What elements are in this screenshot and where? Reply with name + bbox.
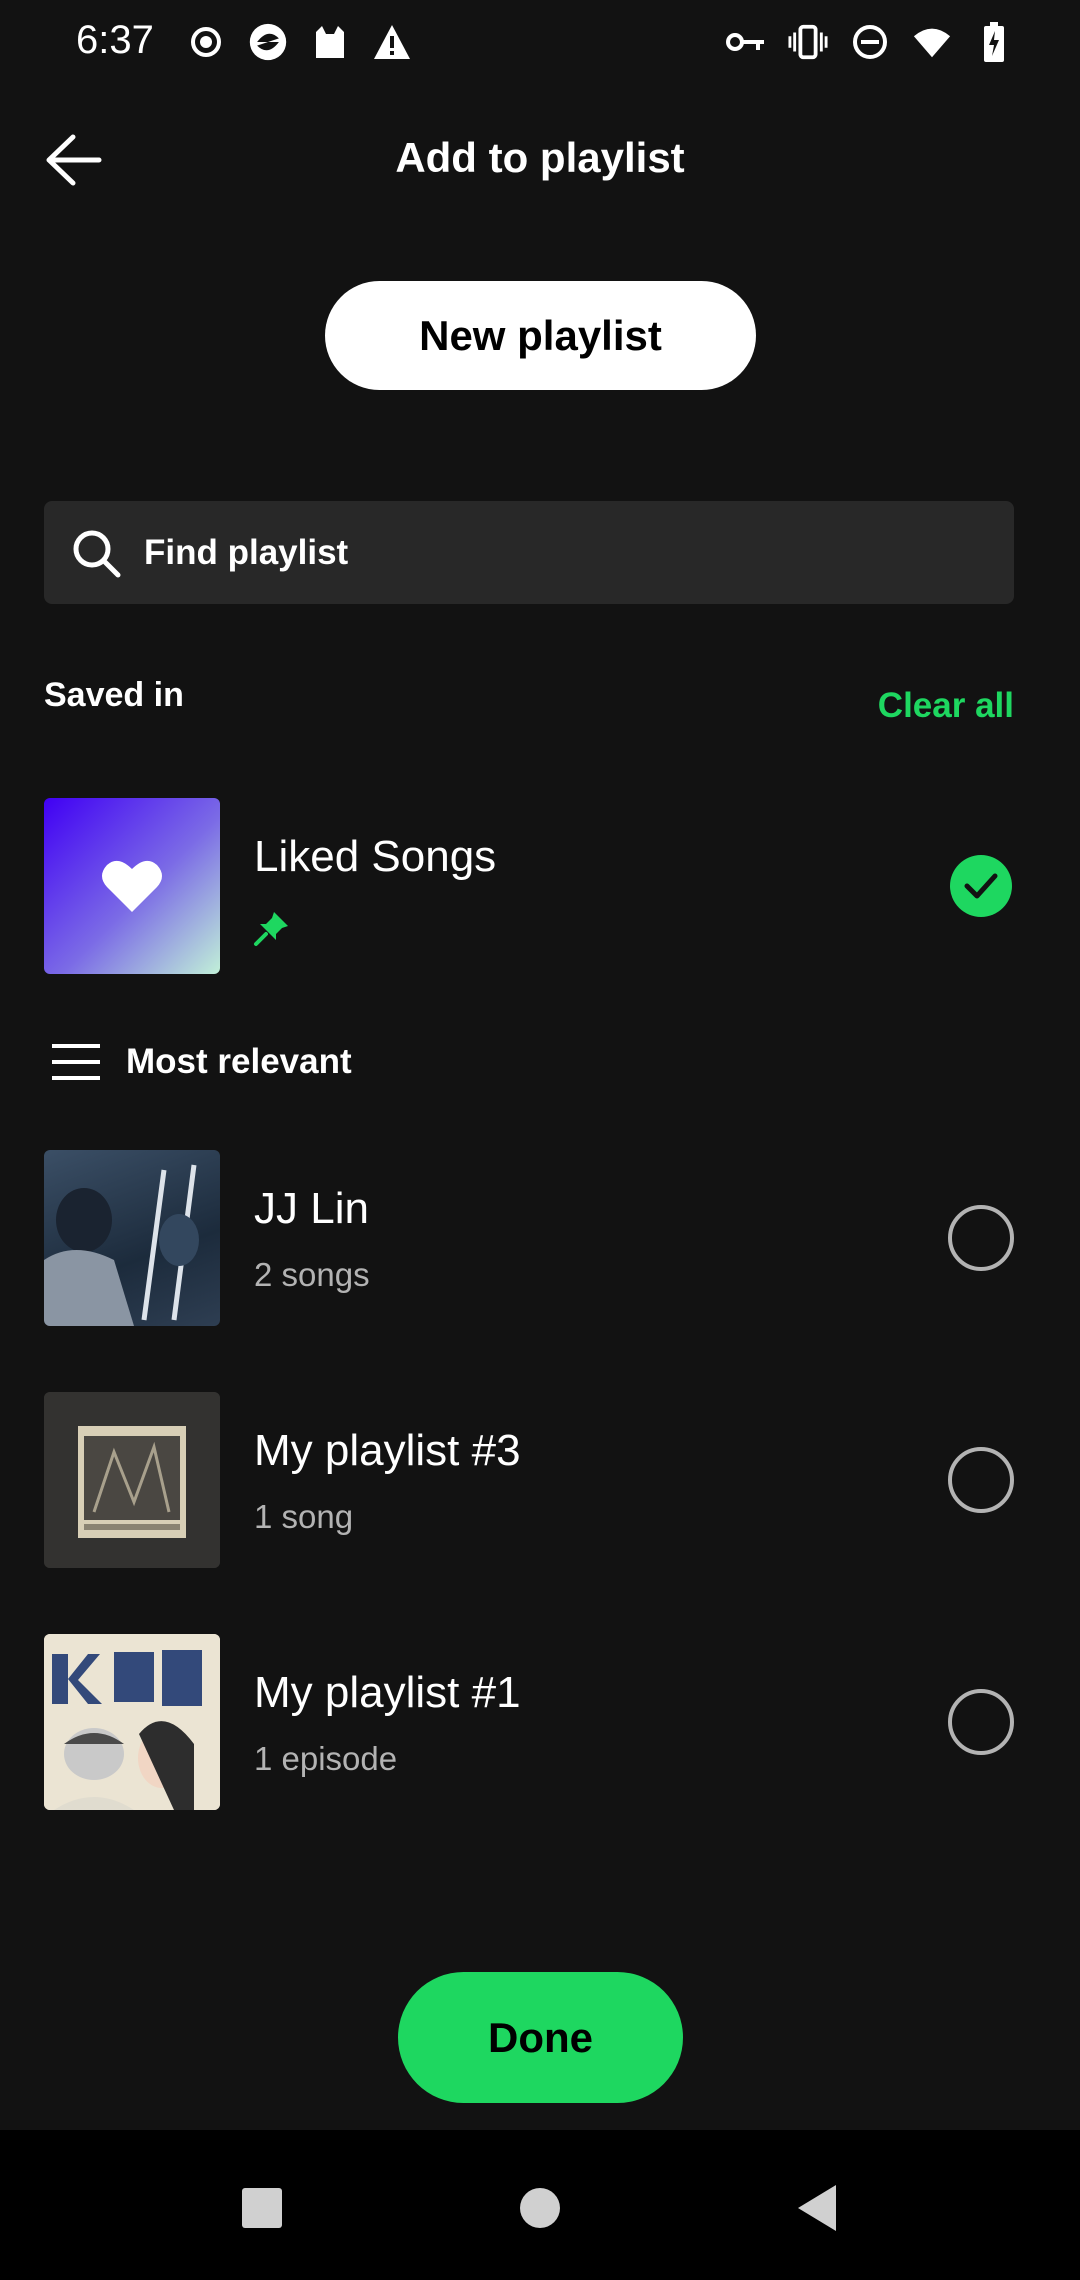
dnd-icon [850, 20, 890, 64]
pin-icon [252, 908, 292, 948]
search-box[interactable] [44, 501, 1014, 604]
saved-in-heading: Saved in [44, 676, 184, 714]
battery-charging-icon [974, 20, 1014, 64]
sort-lines-icon [50, 1042, 102, 1082]
vibrate-icon [788, 20, 828, 64]
playlist-title: JJ Lin [254, 1184, 369, 1233]
playlist-subtitle: 1 episode [254, 1740, 398, 1777]
search-input[interactable] [144, 501, 984, 604]
unchecked-checkbox[interactable] [948, 1447, 1014, 1513]
heart-icon [102, 860, 162, 912]
playlist-title: My playlist #3 [254, 1426, 521, 1475]
cat-icon [310, 20, 350, 64]
playlist-title: My playlist #1 [254, 1668, 521, 1717]
header: Add to playlist [0, 110, 1080, 210]
status-bar: 6:37 [0, 0, 1080, 88]
my-playlist-3-cover [44, 1392, 220, 1568]
playlist-subtitle: 1 song [254, 1498, 354, 1535]
jj-lin-cover [44, 1150, 220, 1326]
playlist-row[interactable]: My playlist #1 1 episode [44, 1634, 1014, 1810]
system-navigation-bar [0, 2130, 1080, 2280]
checked-checkbox[interactable] [950, 855, 1012, 917]
sort-label: Most relevant [126, 1042, 352, 1081]
status-time: 6:37 [76, 18, 154, 62]
home-button[interactable] [500, 2168, 580, 2248]
vpn-key-icon [726, 20, 766, 64]
playlist-row-liked-songs[interactable]: Liked Songs [44, 798, 1014, 974]
checkmark-icon [964, 873, 998, 899]
page-title: Add to playlist [395, 134, 685, 181]
back-nav-button[interactable] [776, 2168, 856, 2248]
playlist-row[interactable]: JJ Lin 2 songs [44, 1150, 1014, 1326]
record-icon [186, 20, 226, 64]
playlist-subtitle: 2 songs [254, 1256, 370, 1293]
app-icon [248, 20, 288, 64]
unchecked-checkbox[interactable] [948, 1689, 1014, 1755]
liked-songs-cover [44, 798, 220, 974]
triangle-back-icon [798, 2185, 836, 2231]
wifi-icon [912, 20, 952, 64]
unchecked-checkbox[interactable] [948, 1205, 1014, 1271]
square-icon [242, 2188, 282, 2228]
recents-button[interactable] [222, 2168, 302, 2248]
sort-button[interactable]: Most relevant [44, 1030, 644, 1094]
done-button[interactable]: Done [398, 1972, 683, 2103]
alert-icon [372, 20, 412, 64]
my-playlist-1-cover [44, 1634, 220, 1810]
clear-all-button[interactable]: Clear all [878, 686, 1014, 726]
playlist-row[interactable]: My playlist #3 1 song [44, 1392, 1014, 1568]
playlist-title: Liked Songs [254, 832, 497, 881]
new-playlist-button[interactable]: New playlist [325, 281, 756, 390]
circle-icon [520, 2188, 560, 2228]
add-to-playlist-screen: 6:37 Add to playlist New playlist Find p… [0, 0, 1080, 2280]
search-icon [70, 527, 122, 579]
